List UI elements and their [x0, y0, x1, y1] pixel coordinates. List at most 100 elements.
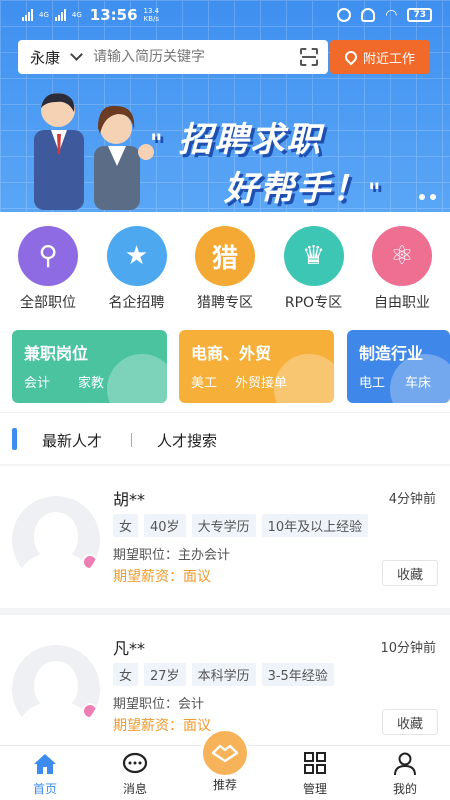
talent-time: 10分钟前: [380, 641, 436, 656]
signal-icon: [22, 9, 33, 21]
nearby-jobs-button[interactable]: 附近工作: [330, 40, 430, 74]
industry-card[interactable]: 电商、外贸 美工 外贸接单: [179, 330, 334, 403]
location-pin-icon: [342, 48, 360, 66]
status-bar: 4G 4G 13:56 13.4 KB/s ◠ 73: [0, 0, 450, 32]
user-icon: [394, 752, 416, 776]
avatar: [12, 645, 100, 733]
category-item[interactable]: ⚲ 全部职位: [8, 226, 88, 318]
nav-home[interactable]: 首页: [15, 752, 75, 797]
talent-expected-salary: 期望薪资：面议: [113, 569, 211, 585]
network-speed: 13.4 KB/s: [144, 7, 160, 23]
chevron-down-icon[interactable]: [70, 48, 83, 61]
avatar-body: [20, 552, 92, 584]
carousel-dot[interactable]: [430, 194, 436, 200]
talent-expected-job: 期望职位：会计: [113, 697, 205, 712]
industry-card-sub: 电工: [359, 376, 386, 391]
industry-cards: 兼职岗位 会计 家教 电商、外贸 美工 外贸接单 制造行业 电工 车床: [0, 318, 450, 412]
talent-tag: 女: [113, 514, 139, 537]
industry-card[interactable]: 兼职岗位 会计 家教: [12, 330, 167, 403]
hero-banner[interactable]: 4G 4G 13:56 13.4 KB/s ◠ 73 永康 附近工作: [0, 0, 450, 212]
category-item[interactable]: 猎 猎聘专区: [185, 226, 265, 318]
nav-messages[interactable]: 消息: [105, 752, 165, 797]
industry-card[interactable]: 制造行业 电工 车床: [347, 330, 450, 403]
wifi-icon: ◠: [385, 7, 398, 23]
avatar: [12, 496, 100, 584]
banner-slogan: " 招聘求职 好帮手！": [150, 112, 383, 210]
talent-name: 胡**: [113, 490, 146, 509]
nav-manage[interactable]: 管理: [285, 752, 345, 797]
mute-icon: [361, 8, 376, 22]
handshake-icon: [211, 744, 239, 763]
industry-card-sub: 美工: [191, 376, 218, 391]
nav-recommend[interactable]: 推荐: [195, 776, 255, 793]
nearby-jobs-label: 附近工作: [362, 51, 415, 67]
category-item[interactable]: ♛ RPO专区: [274, 226, 354, 318]
talent-card[interactable]: 胡** 4分钟前 女 40岁 大专学历 10年及以上经验 期望职位：主办会计 期望薪资…: [0, 466, 450, 608]
category-icon: ♛: [283, 226, 344, 286]
card-decoration: [107, 354, 167, 403]
category-grid: ⚲ 全部职位 ★ 名企招聘猎 猎聘专区 ♛ RPO专区 ⚛ 自由职业: [0, 212, 450, 318]
network-type-2: 4G: [71, 10, 82, 19]
talent-tags: 女 40岁 大专学历 10年及以上经验: [113, 514, 369, 537]
talent-tag: 10年及以上经验: [261, 514, 369, 537]
carousel-dots[interactable]: [419, 194, 436, 200]
nav-mine[interactable]: 我的: [375, 752, 435, 797]
category-icon: ★: [106, 226, 167, 286]
nav-mine-label: 我的: [392, 782, 417, 796]
quote-open: ": [150, 129, 165, 157]
alarm-icon: [337, 8, 352, 22]
message-icon: [122, 752, 148, 774]
scan-icon[interactable]: [300, 48, 318, 66]
category-label: 猎聘专区: [197, 295, 253, 311]
recommend-center-button[interactable]: [200, 728, 250, 778]
nav-messages-label: 消息: [122, 782, 147, 796]
tab-talent-search[interactable]: 人才搜索: [157, 430, 217, 451]
talent-tags: 女 27岁 本科学历 3-5年经验: [113, 663, 334, 686]
talent-tag: 27岁: [144, 663, 186, 686]
talent-expected-job: 期望职位：主办会计: [113, 548, 231, 563]
speed-unit: KB/s: [143, 15, 160, 23]
search-box[interactable]: 永康: [18, 40, 328, 74]
talent-time: 4分钟前: [388, 492, 436, 507]
tab-latest-talent[interactable]: 最新人才: [42, 430, 102, 451]
slogan-line-1: 招聘求职: [178, 120, 323, 160]
talent-tag: 本科学历: [191, 663, 256, 686]
speed-value: 13.4: [143, 7, 160, 15]
industry-card-title: 电商、外贸: [191, 344, 272, 363]
category-item[interactable]: ★ 名企招聘: [97, 226, 177, 318]
female-badge-icon: [82, 554, 98, 570]
female-badge-icon: [82, 703, 98, 719]
collect-button[interactable]: 收藏: [382, 560, 438, 586]
search-input[interactable]: [93, 49, 264, 65]
signal-icon-2: [54, 9, 66, 21]
slogan-line-2: 好帮手！: [224, 169, 368, 209]
quote-close: ": [368, 178, 383, 206]
battery-icon: 73: [407, 8, 432, 22]
collect-button[interactable]: 收藏: [382, 709, 438, 735]
business-people-illustration: [34, 93, 154, 210]
category-icon: ⚛: [372, 226, 432, 286]
category-item[interactable]: ⚛ 自由职业: [362, 226, 442, 318]
nav-home-label: 首页: [32, 782, 57, 796]
grid-icon: [304, 752, 326, 774]
talent-tabs: 最新人才 人才搜索: [0, 412, 450, 464]
industry-card-sub: 家教: [78, 376, 105, 391]
talent-tag: 40岁: [144, 514, 186, 537]
industry-card-title: 兼职岗位: [24, 344, 89, 363]
talent-tag: 大专学历: [191, 514, 256, 537]
talent-card[interactable]: 凡** 10分钟前 女 27岁 本科学历 3-5年经验 期望职位：会计 期望薪资：面议…: [0, 615, 450, 745]
city-selector[interactable]: 永康: [30, 47, 60, 68]
tab-indicator: [12, 428, 17, 450]
talent-tag: 3-5年经验: [261, 663, 334, 686]
category-label: 名企招聘: [108, 295, 165, 311]
card-decoration: [274, 354, 334, 403]
category-icon: ⚲: [18, 226, 78, 286]
talent-name: 凡**: [113, 639, 146, 658]
category-label: 自由职业: [374, 295, 430, 311]
carousel-dot[interactable]: [419, 194, 425, 200]
nav-recommend-label: 推荐: [212, 778, 237, 792]
bottom-nav: 首页 消息 推荐 管理 我的: [0, 728, 450, 800]
clock: 13:56: [89, 6, 138, 24]
avatar-body: [20, 701, 92, 733]
category-label: 全部职位: [20, 295, 76, 311]
